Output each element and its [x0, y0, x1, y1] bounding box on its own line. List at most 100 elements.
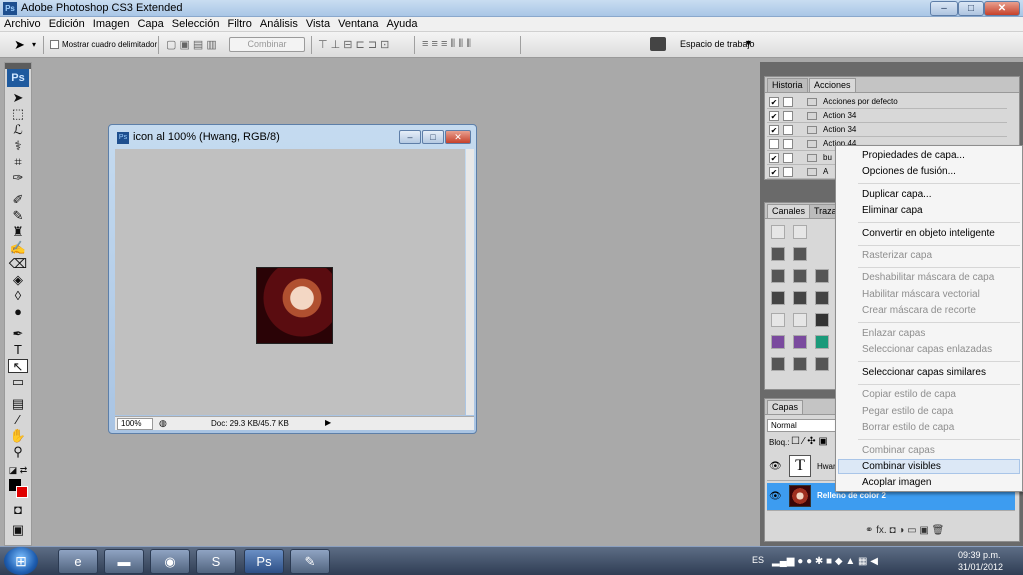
path-selection-tool-icon[interactable]: ↖	[8, 359, 28, 374]
quick-mask-icon[interactable]: ◘	[8, 503, 28, 517]
document-minimize-button[interactable]: –	[399, 130, 421, 144]
tab-channels[interactable]: Canales	[767, 204, 811, 218]
move-tool-icon[interactable]: ➤	[14, 37, 25, 53]
menu-seleccion[interactable]: Selección	[168, 17, 224, 30]
workspace-chevron-icon[interactable]: ▼	[744, 38, 753, 48]
menu-item-layer-properties[interactable]: Propiedades de capa...	[862, 150, 965, 161]
taskbar-photoshop-button[interactable]: Ps	[244, 549, 284, 574]
healing-brush-tool-icon[interactable]: ✐	[8, 193, 28, 207]
menu-item-duplicate-layer[interactable]: Duplicar capa...	[862, 189, 931, 200]
distribute-icons[interactable]: ≡ ≡ ≡ ⦀ ⦀ ⦀	[422, 38, 471, 51]
status-menu-arrow-icon[interactable]: ▶	[325, 418, 331, 427]
workspace-icon[interactable]	[650, 37, 666, 51]
type-tool-icon[interactable]: T	[8, 343, 28, 357]
vertical-scrollbar[interactable]	[466, 149, 474, 415]
menu-archivo[interactable]: Archivo	[0, 17, 45, 30]
menu-edicion[interactable]: Edición	[45, 17, 89, 30]
swatch[interactable]	[771, 269, 785, 283]
taskbar-skype-icon[interactable]: S	[196, 549, 236, 574]
history-brush-tool-icon[interactable]: ✍	[8, 241, 28, 255]
zoom-tool-icon[interactable]: ⚲	[8, 445, 28, 459]
paint-bucket-tool-icon[interactable]: ◈	[8, 273, 28, 287]
blend-mode-dropdown[interactable]: Normal	[767, 419, 837, 432]
eyedropper-tool-icon[interactable]: ✑	[8, 171, 28, 185]
taskbar-explorer-icon[interactable]: ▬	[104, 549, 144, 574]
menu-filtro[interactable]: Filtro	[223, 17, 255, 30]
menu-item-convert-smart-object[interactable]: Convertir en objeto inteligente	[862, 228, 995, 239]
swatch[interactable]	[771, 335, 785, 349]
menu-ayuda[interactable]: Ayuda	[382, 17, 421, 30]
swatch[interactable]	[771, 225, 785, 239]
tab-actions[interactable]: Acciones	[809, 78, 856, 92]
show-bounding-box-checkbox[interactable]	[50, 40, 59, 49]
blur-tool-icon[interactable]: ◊	[8, 289, 28, 303]
menu-item-flatten-image[interactable]: Acoplar imagen	[862, 477, 931, 488]
lock-icons[interactable]: ☐ ⁄ ✣ ▣	[791, 436, 828, 447]
swatch[interactable]	[815, 313, 829, 327]
swatch[interactable]	[793, 335, 807, 349]
taskbar-chrome-icon[interactable]: ◉	[150, 549, 190, 574]
taskbar-paint-icon[interactable]: ✎	[290, 549, 330, 574]
tool-preset-dropdown-icon[interactable]: ▾	[32, 40, 36, 49]
menu-vista[interactable]: Vista	[302, 17, 334, 30]
window-minimize-button[interactable]: –	[930, 1, 958, 16]
swatch[interactable]	[815, 291, 829, 305]
swatch[interactable]	[815, 357, 829, 371]
menu-item-select-similar-layers[interactable]: Seleccionar capas similares	[862, 367, 986, 378]
tab-layers[interactable]: Capas	[767, 400, 804, 414]
pen-tool-icon[interactable]: ✒	[8, 327, 28, 341]
dodge-tool-icon[interactable]: ●	[8, 305, 28, 319]
clone-stamp-tool-icon[interactable]: ♜	[8, 225, 28, 239]
swatch[interactable]	[793, 313, 807, 327]
eyedropper-2-tool-icon[interactable]: ⁄	[8, 413, 28, 427]
background-color-swatch[interactable]	[16, 486, 28, 498]
eraser-tool-icon[interactable]: ⌫	[8, 257, 28, 271]
swatch[interactable]	[771, 291, 785, 305]
notes-tool-icon[interactable]: ▤	[8, 397, 28, 411]
magic-wand-tool-icon[interactable]: ⚕	[8, 139, 28, 153]
menu-item-blending-options[interactable]: Opciones de fusión...	[862, 166, 956, 177]
action-set-row[interactable]: ✔ Action 34	[767, 123, 1007, 137]
status-info-icon[interactable]: ◍	[159, 418, 167, 429]
canvas-area[interactable]	[115, 149, 465, 415]
swatch[interactable]	[815, 269, 829, 283]
language-indicator[interactable]: ES	[752, 555, 764, 565]
image-canvas[interactable]	[256, 267, 333, 344]
menu-item-merge-visible[interactable]: Combinar visibles	[862, 461, 941, 472]
document-close-button[interactable]: ✕	[445, 130, 471, 144]
clock-date[interactable]: 31/01/2012	[958, 562, 1003, 572]
start-button-icon[interactable]: ⊞	[4, 547, 38, 575]
swatch[interactable]	[793, 247, 807, 261]
eye-icon[interactable]: 👁	[769, 491, 782, 502]
menu-imagen[interactable]: Imagen	[89, 17, 134, 30]
layer-footer-icons[interactable]: ⚭ fx. ◘ ◑ ▭ ▣ 🗑	[865, 525, 944, 536]
move-tool-icon[interactable]: ➤	[8, 91, 28, 105]
lasso-tool-icon[interactable]: ℒ	[8, 123, 28, 137]
swatch[interactable]	[771, 313, 785, 327]
marquee-tool-icon[interactable]: ⬚	[8, 107, 28, 121]
system-tray-icons[interactable]: ▂▄▆ ● ● ✱ ■ ◆ ▲ ▦ ◀	[772, 556, 878, 567]
window-close-button[interactable]: ✕	[984, 1, 1020, 16]
action-set-row[interactable]: ✔ Acciones por defecto	[767, 95, 1007, 109]
swatch[interactable]	[793, 225, 807, 239]
eye-icon[interactable]: 👁	[769, 461, 782, 472]
menu-capa[interactable]: Capa	[133, 17, 167, 30]
taskbar-ie-icon[interactable]: e	[58, 549, 98, 574]
swatch[interactable]	[793, 269, 807, 283]
menu-item-delete-layer[interactable]: Eliminar capa	[862, 205, 923, 216]
brush-tool-icon[interactable]: ✎	[8, 209, 28, 223]
hand-tool-icon[interactable]: ✋	[8, 429, 28, 443]
screen-mode-icon[interactable]: ▣	[8, 523, 28, 537]
shape-tool-icon[interactable]: ▭	[8, 375, 28, 389]
swatch[interactable]	[771, 357, 785, 371]
default-colors-icon[interactable]: ◪ ⇄	[8, 463, 28, 477]
swatch[interactable]	[815, 335, 829, 349]
tab-history[interactable]: Historia	[767, 78, 808, 92]
menu-analisis[interactable]: Análisis	[256, 17, 302, 30]
crop-tool-icon[interactable]: ⌗	[8, 155, 28, 169]
align-icons[interactable]: ⊤ ⊥ ⊟ ⊏ ⊐ ⊡	[318, 38, 389, 51]
combine-button[interactable]: Combinar	[229, 37, 305, 52]
swatch[interactable]	[771, 247, 785, 261]
document-maximize-button[interactable]: □	[422, 130, 444, 144]
clock-time[interactable]: 09:39 p.m.	[958, 550, 1001, 560]
